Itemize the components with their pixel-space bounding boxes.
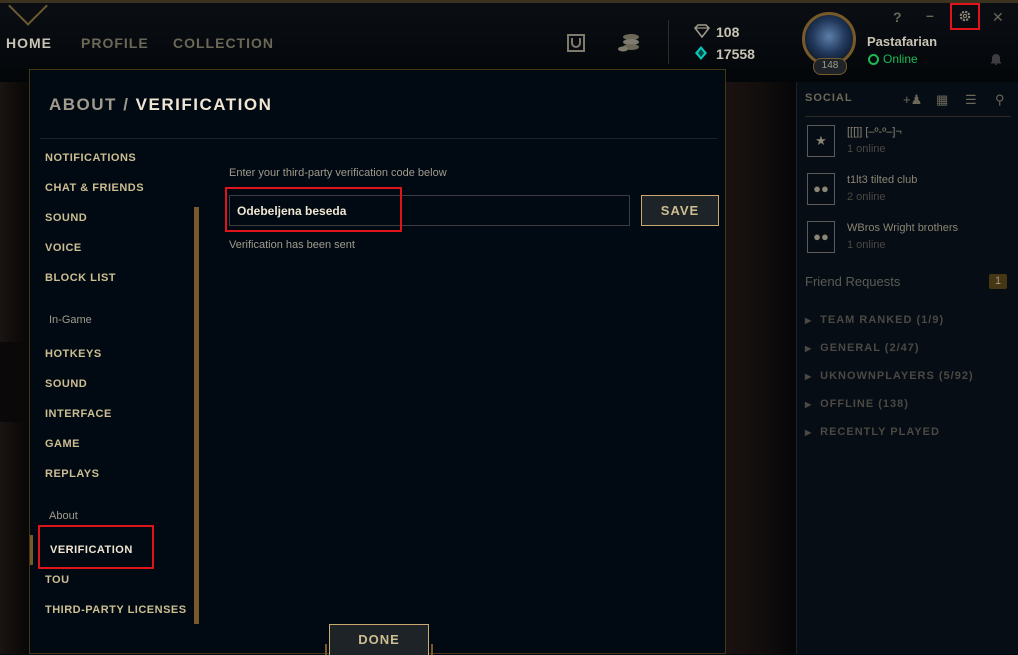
- group-name: WBros Wright brothers: [847, 222, 959, 234]
- add-friend-icon[interactable]: +♟: [903, 92, 922, 108]
- close-button[interactable]: ✕: [992, 9, 1004, 26]
- minimize-button[interactable]: –: [926, 7, 934, 23]
- tab-collection[interactable]: COLLECTION: [173, 35, 274, 51]
- blue-essence-icon: [694, 24, 710, 38]
- verification-code-label: Enter your third-party verification code…: [229, 167, 447, 179]
- social-group-item[interactable]: ★ [[[]] [‒º-º‒]¬ 1 online: [807, 125, 1007, 165]
- verification-code-input[interactable]: [229, 195, 630, 226]
- league-logo-icon[interactable]: [8, 0, 48, 26]
- menu-item-notifications[interactable]: NOTIFICATIONS: [45, 152, 136, 164]
- group-name: t1lt3 tilted club: [847, 174, 918, 186]
- help-button[interactable]: ?: [893, 9, 902, 25]
- search-icon[interactable]: ⚲: [995, 92, 1005, 108]
- group-icon: ●●: [807, 173, 835, 205]
- social-divider: [805, 116, 1011, 117]
- done-button-left-ornament: [325, 644, 327, 655]
- folder-label: OFFLINE (138): [820, 398, 909, 410]
- caret-right-icon: ▶: [805, 400, 813, 409]
- social-panel: SOCIAL +♟ ▦ ☰ ⚲ ★ [[[]] [‒º-º‒]¬ 1 onlin…: [796, 82, 1018, 654]
- menu-item-verification[interactable]: VERIFICATION: [50, 544, 133, 556]
- breadcrumb-separator: /: [123, 95, 130, 114]
- done-button-right-ornament: [431, 644, 433, 655]
- menu-item-game[interactable]: GAME: [45, 438, 80, 450]
- menu-item-hotkeys[interactable]: HOTKEYS: [45, 348, 102, 360]
- group-online-count: 2 online: [847, 191, 886, 203]
- list-view-icon[interactable]: ☰: [965, 92, 977, 108]
- tab-home[interactable]: HOME: [6, 35, 52, 51]
- folder-label: RECENTLY PLAYED: [820, 426, 940, 438]
- blue-essence-amount: 108: [716, 24, 740, 40]
- folder-recently-played[interactable]: ▶ RECENTLY PLAYED: [805, 426, 940, 438]
- menu-item-sound[interactable]: SOUND: [45, 212, 87, 224]
- store-bag-icon[interactable]: [566, 33, 586, 53]
- riot-points-icon: [695, 46, 707, 60]
- social-title: SOCIAL: [805, 92, 853, 104]
- menu-item-tou[interactable]: TOU: [45, 574, 70, 586]
- menu-item-game-sound[interactable]: SOUND: [45, 378, 87, 390]
- tab-profile[interactable]: PROFILE: [81, 35, 149, 51]
- background-art-left: [0, 82, 30, 654]
- menu-item-chat-friends[interactable]: CHAT & FRIENDS: [45, 182, 144, 194]
- add-folder-icon[interactable]: ▦: [936, 92, 948, 108]
- folder-label: TEAM RANKED (1/9): [820, 314, 945, 326]
- background-art-right: [726, 82, 796, 654]
- settings-modal: ABOUT / VERIFICATION NOTIFICATIONS CHAT …: [29, 69, 726, 655]
- loot-coins-icon[interactable]: [617, 32, 643, 54]
- menu-item-replays[interactable]: REPLAYS: [45, 468, 99, 480]
- topbar-divider: [668, 20, 669, 64]
- menu-item-interface[interactable]: INTERFACE: [45, 408, 112, 420]
- modal-divider: [40, 138, 717, 139]
- group-online-count: 1 online: [847, 143, 886, 155]
- breadcrumb-parent: ABOUT: [49, 95, 117, 114]
- online-status-text[interactable]: Online: [883, 52, 918, 66]
- folder-label: UKNOWNPLAYERS (5/92): [820, 370, 974, 382]
- menu-item-voice[interactable]: VOICE: [45, 242, 82, 254]
- menu-scrollbar[interactable]: [194, 207, 199, 624]
- settings-gear-icon[interactable]: [958, 9, 972, 23]
- social-group-item[interactable]: ●● t1lt3 tilted club 2 online: [807, 173, 1007, 213]
- folder-general[interactable]: ▶ GENERAL (2/47): [805, 342, 920, 354]
- caret-right-icon: ▶: [805, 428, 813, 437]
- social-group-item[interactable]: ●● WBros Wright brothers 1 online: [807, 221, 1007, 261]
- section-heading-in-game: In-Game: [49, 314, 92, 326]
- summoner-name[interactable]: Pastafarian: [867, 34, 937, 49]
- summoner-level-badge: 148: [813, 58, 847, 75]
- group-icon: ●●: [807, 221, 835, 253]
- top-gold-line: [0, 0, 1018, 3]
- riot-points-amount: 17558: [716, 46, 755, 62]
- star-icon: ★: [807, 125, 835, 157]
- breadcrumb-current: VERIFICATION: [135, 95, 273, 114]
- verification-status-text: Verification has been sent: [229, 239, 355, 251]
- menu-item-third-party-licenses[interactable]: THIRD-PARTY LICENSES: [45, 604, 187, 616]
- caret-right-icon: ▶: [805, 372, 813, 381]
- caret-right-icon: ▶: [805, 344, 813, 353]
- save-button[interactable]: SAVE: [641, 195, 719, 226]
- group-online-count: 1 online: [847, 239, 886, 251]
- breadcrumb: ABOUT / VERIFICATION: [49, 95, 272, 115]
- section-heading-about: About: [49, 510, 78, 522]
- folder-team-ranked[interactable]: ▶ TEAM RANKED (1/9): [805, 314, 944, 326]
- friend-requests-count: 1: [989, 274, 1007, 289]
- menu-item-block-list[interactable]: BLOCK LIST: [45, 272, 116, 284]
- online-status-icon: [868, 54, 879, 65]
- caret-right-icon: ▶: [805, 316, 813, 325]
- friend-requests-label[interactable]: Friend Requests: [805, 274, 900, 289]
- folder-label: GENERAL (2/47): [820, 342, 920, 354]
- active-item-indicator: [30, 535, 33, 565]
- folder-unknown-players[interactable]: ▶ UKNOWNPLAYERS (5/92): [805, 370, 974, 382]
- folder-offline[interactable]: ▶ OFFLINE (138): [805, 398, 909, 410]
- group-name: [[[]] [‒º-º‒]¬: [847, 126, 902, 138]
- notifications-bell-icon[interactable]: [990, 52, 1002, 65]
- done-button[interactable]: DONE: [329, 624, 429, 655]
